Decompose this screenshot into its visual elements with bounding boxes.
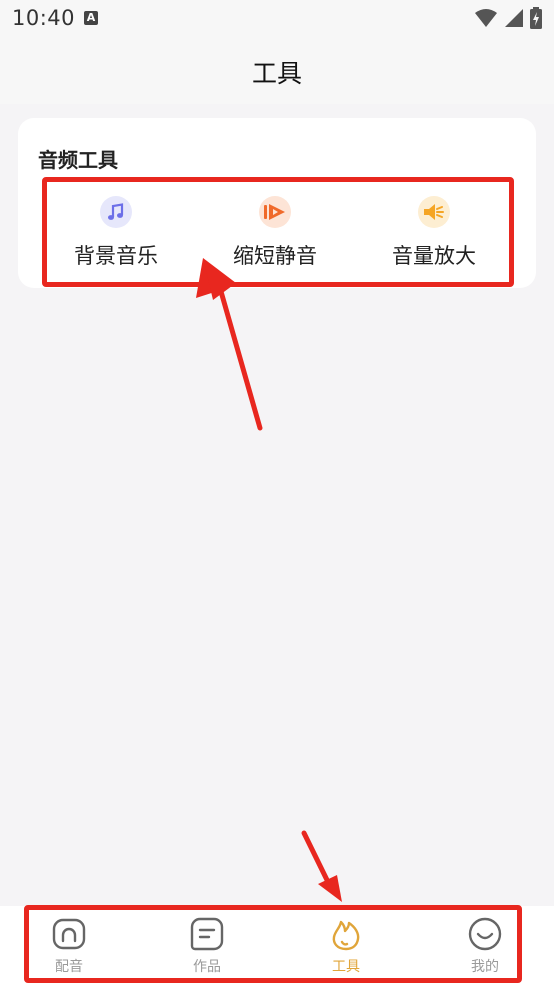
- smile-icon: [468, 917, 502, 951]
- works-icon: [190, 917, 224, 951]
- nav-item-mine[interactable]: 我的: [445, 916, 525, 976]
- nav-label-mine: 我的: [471, 959, 499, 975]
- fast-forward-icon: [259, 196, 291, 228]
- status-time: 10:40: [12, 6, 76, 30]
- music-note-icon: [100, 196, 132, 228]
- notification-icon: A: [84, 11, 98, 25]
- background-music-label: 背景音乐: [74, 244, 158, 268]
- page-title: 工具: [251, 59, 302, 88]
- speaker-icon: [418, 196, 450, 228]
- status-bar: 10:40 A: [0, 0, 554, 38]
- status-icons: [474, 7, 542, 29]
- arrow-to-nav: [301, 830, 342, 902]
- header: 工具: [0, 38, 554, 104]
- background-music-tool[interactable]: 背景音乐: [41, 196, 191, 270]
- battery-icon: [530, 7, 542, 29]
- audio-tools-title: 音频工具: [38, 148, 118, 172]
- nav-label-dubbing: 配音: [55, 959, 83, 975]
- volume-boost-label: 音量放大: [392, 244, 476, 268]
- shorten-silence-tool[interactable]: 缩短静音: [200, 196, 350, 270]
- volume-boost-tool[interactable]: 音量放大: [359, 196, 509, 270]
- audio-tools-card: 音频工具 背景音乐 缩短静音 音量放大: [18, 118, 536, 288]
- nav-item-dubbing[interactable]: 配音: [29, 916, 109, 976]
- bottom-nav: 配音 作品 工具 我的: [0, 906, 554, 984]
- flame-icon: [332, 920, 360, 951]
- signal-icon: [505, 9, 523, 27]
- wifi-icon: [475, 9, 497, 27]
- nav-label-works: 作品: [193, 959, 221, 975]
- nav-label-tools: 工具: [332, 959, 360, 975]
- shorten-silence-label: 缩短静音: [233, 244, 317, 268]
- nav-item-works[interactable]: 作品: [167, 916, 247, 976]
- home-icon: [52, 918, 86, 950]
- nav-item-tools[interactable]: 工具: [306, 916, 386, 976]
